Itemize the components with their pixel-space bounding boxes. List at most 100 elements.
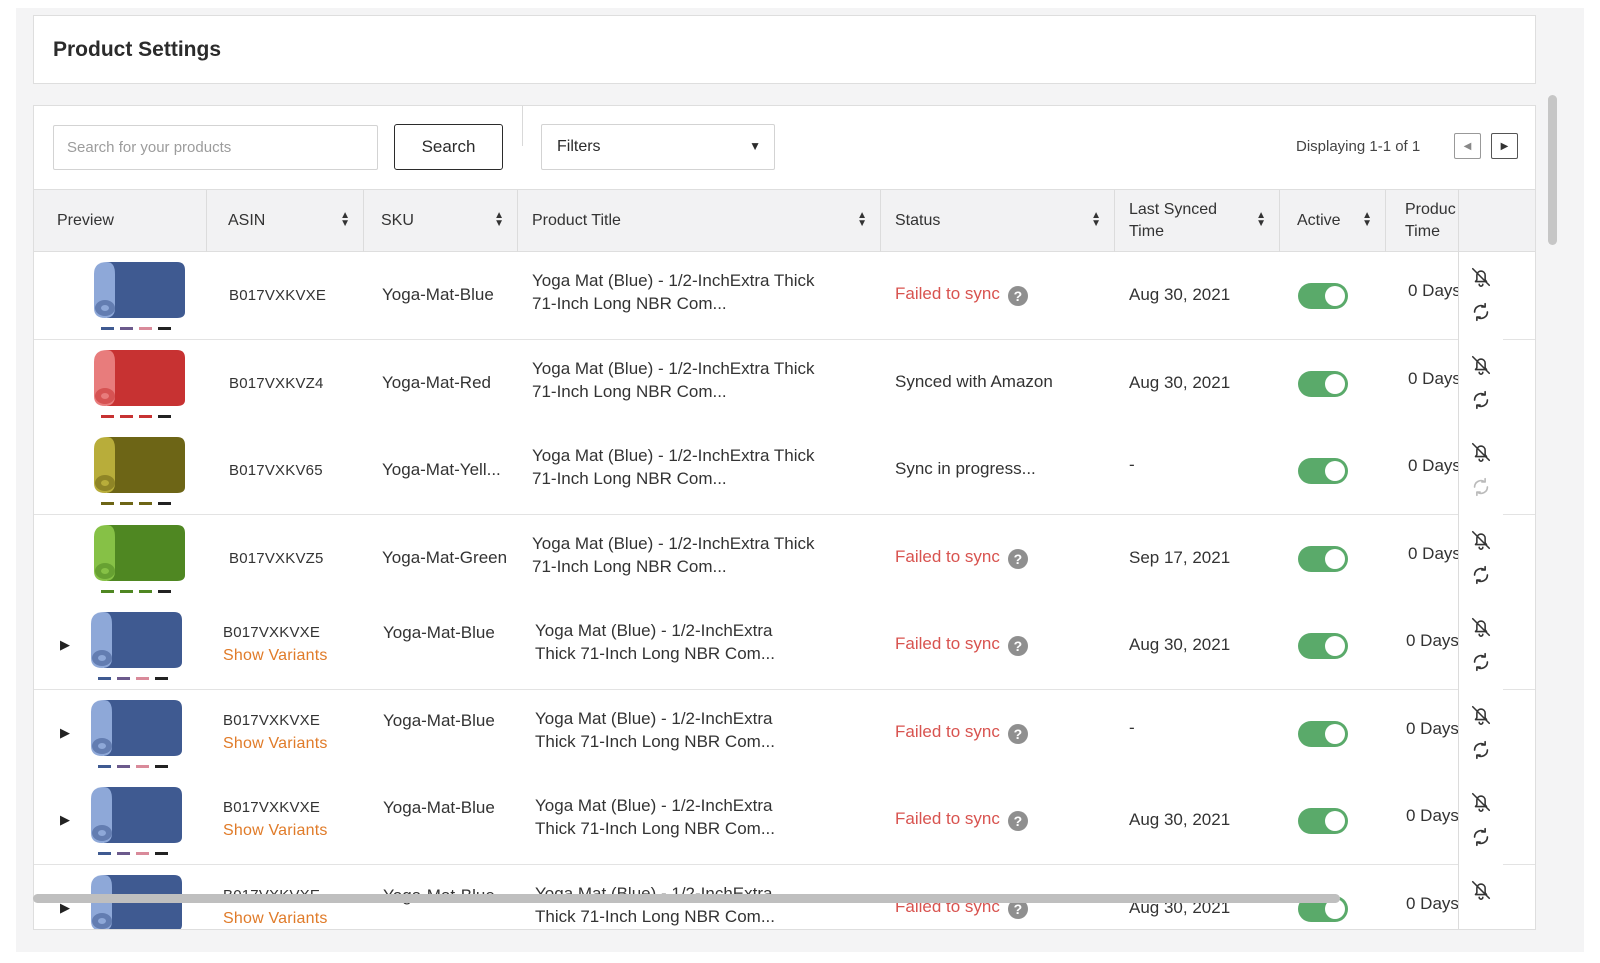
active-toggle[interactable] [1298,545,1348,572]
caret-right-icon[interactable]: ▶ [60,812,70,828]
col-active[interactable]: Active ▲ ▼ [1280,190,1386,252]
bell-off-icon[interactable] [1470,791,1492,813]
bell-off-icon[interactable] [1470,529,1492,551]
bell-off-icon[interactable] [1470,441,1492,463]
sync-icon[interactable] [1470,651,1492,673]
asin-value: B017VXKVXE [229,287,327,304]
sort-icon[interactable]: ▲ ▼ [857,211,867,229]
toolbar-divider [522,106,523,146]
sku-cell: Yoga-Mat-Green [382,547,508,567]
sort-icon[interactable]: ▲ ▼ [1362,211,1372,229]
table-row[interactable]: ▶ B017VXKVXE Show Variants Yoga-Mat-Blue Yog… [34,602,1535,690]
active-toggle[interactable] [1298,458,1348,484]
status-cell: Failed to sync? [895,547,1028,569]
bell-off-icon[interactable] [1470,354,1492,376]
sort-icon[interactable]: ▲ ▼ [494,211,504,229]
table-row[interactable]: B017VXKVZ5 Yoga-Mat-Green Yoga Mat (Blue) … [34,514,1535,603]
filters-dropdown[interactable]: Filters ▼ [541,124,775,170]
show-variants-link[interactable]: Show Variants [223,910,328,928]
sync-icon[interactable] [1470,739,1492,761]
product-title-line-2: Thick 71-Inch Long NBR Com... [535,819,775,838]
sku-cell: Yoga-Mat-Blue [382,285,494,304]
bell-off-icon[interactable] [1470,616,1492,638]
sync-icon[interactable] [1470,826,1492,848]
show-variants-link[interactable]: Show Variants [223,647,328,665]
filters-label: Filters [557,138,601,155]
caret-right-icon[interactable]: ▶ [60,725,70,741]
status-cell: Failed to sync? [895,722,1028,744]
sort-icon[interactable]: ▲ ▼ [340,211,350,229]
horizontal-scrollbar[interactable] [33,894,1340,903]
product-title-cell: Yoga Mat (Blue) - 1/2-InchExtra Thick 71-… [535,794,775,840]
next-page-button[interactable]: ▶ [1491,133,1518,159]
status-cell: Failed to sync? [895,284,1028,306]
bell-off-icon[interactable] [1470,266,1492,288]
previous-page-button[interactable]: ◀ [1454,133,1481,159]
search-button[interactable]: Search [394,124,503,170]
col-sku[interactable]: SKU ▲ ▼ [364,190,518,252]
asin-value: B017VXKVXE [223,624,321,641]
sort-icon[interactable]: ▲ ▼ [1091,211,1101,229]
sync-icon[interactable] [1470,301,1492,323]
status-cell: Failed to sync? [895,809,1028,831]
sync-icon[interactable] [1470,564,1492,586]
table-row[interactable]: B017VXKV65 Yoga-Mat-Yell... Yoga Mat (Blue… [34,427,1535,515]
table-row[interactable]: ▶ B017VXKVXE Show Variants Yoga-Mat-Blue Yog… [34,777,1535,865]
asin-cell: B017VXKVXE Show Variants [223,624,328,665]
asin-value: B017VXKVZ4 [229,374,324,392]
help-icon[interactable]: ? [1007,636,1028,656]
active-toggle[interactable] [1298,633,1348,659]
status-cell: Synced with Amazon [895,372,1053,392]
product-title-line-1: Yoga Mat (Blue) - 1/2-InchExtra Thick [532,533,815,553]
sync-icon[interactable] [1470,476,1492,498]
product-thumbnail [89,256,189,334]
search-input[interactable] [53,125,378,170]
last-synced-cell: Aug 30, 2021 [1129,285,1231,304]
table-row[interactable]: B017VXKVZ4 Yoga-Mat-Red Yoga Mat (Blue) - … [34,339,1535,428]
show-variants-link[interactable]: Show Variants [223,735,328,753]
product-thumbnail [86,694,186,772]
sync-icon[interactable] [1470,389,1492,411]
col-sku-label: SKU [381,212,414,229]
active-toggle[interactable] [1298,720,1348,747]
col-title[interactable]: Product Title ▲ ▼ [518,190,881,252]
show-variants-link[interactable]: Show Variants [223,822,328,840]
caret-right-icon[interactable]: ▶ [60,637,70,653]
col-title-label: Product Title [532,212,621,229]
help-icon[interactable]: ? [1007,811,1028,831]
help-icon[interactable]: ? [1007,723,1028,744]
sku-cell: Yoga-Mat-Red [382,372,491,392]
col-asin[interactable]: ASIN ▲ ▼ [207,190,364,252]
product-time-cell: 0 Days [1408,368,1461,388]
product-title-line-2: 71-Inch Long NBR Com... [532,381,727,401]
col-status-label: Status [895,212,941,229]
product-title-line-2: Thick 71-Inch Long NBR Com... [535,906,775,926]
help-icon[interactable]: ? [1007,286,1028,306]
active-toggle[interactable] [1298,370,1348,397]
table-row[interactable]: B017VXKVXE Yoga-Mat-Blue Yoga Mat (Blue) -… [34,252,1535,340]
col-last-synced-line-1: Last Synced [1129,201,1218,218]
col-status[interactable]: Status ▲ ▼ [881,190,1115,252]
toolbar: Search Filters ▼ Displaying 1-1 of 1 ◀ ▶ [34,106,1535,189]
asin-value: B017VXKVXE [223,711,321,729]
bell-off-icon[interactable] [1470,879,1492,901]
product-title-cell: Yoga Mat (Blue) - 1/2-InchExtra Thick 71-… [532,444,815,490]
help-icon[interactable]: ? [1007,548,1028,569]
status-text: Failed to sync [895,634,1000,653]
col-last-synced[interactable]: Last Synced Time ▲ ▼ [1115,190,1280,252]
asin-value: B017VXKV65 [229,462,323,479]
vertical-scrollbar[interactable] [1548,95,1557,245]
product-time-cell: 0 Days [1406,893,1459,913]
table-row[interactable]: ▶ B017VXKVXE Show Variants Yoga-Mat-Blue Yog… [34,689,1535,778]
asin-value: B017VXKVZ5 [229,549,324,567]
product-time-cell: 0 Days [1408,456,1461,475]
status-text: Synced with Amazon [895,371,1053,391]
bell-off-icon[interactable] [1470,704,1492,726]
sort-icon[interactable]: ▲ ▼ [1256,211,1266,229]
active-toggle[interactable] [1298,808,1348,834]
products-card: Search Filters ▼ Displaying 1-1 of 1 ◀ ▶… [33,105,1536,930]
asin-cell: B017VXKVZ5 [229,550,324,567]
product-title-line-2: 71-Inch Long NBR Com... [532,469,727,488]
active-toggle[interactable] [1298,283,1348,309]
status-text: Failed to sync [895,809,1000,828]
